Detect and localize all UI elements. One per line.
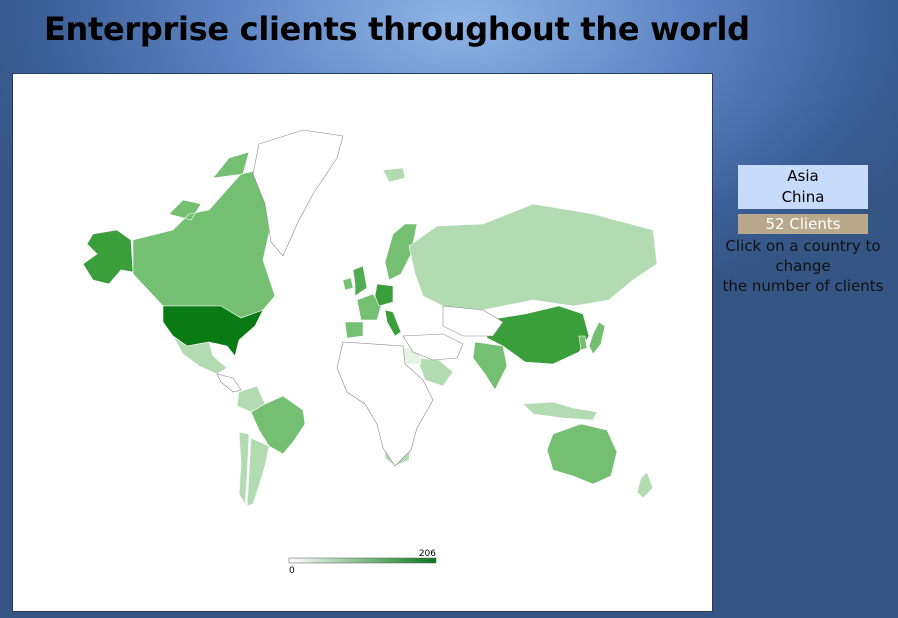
world-map-panel: 206 0 <box>12 73 713 612</box>
instruction-line-2: change <box>775 257 831 275</box>
selected-region-box: Asia China <box>738 165 868 209</box>
country-layer <box>82 129 658 507</box>
country-united-kingdom[interactable] <box>352 265 368 297</box>
legend-max-label: 206 <box>419 549 436 559</box>
client-count-badge: 52 Clients <box>738 214 868 234</box>
country-russia[interactable] <box>408 203 658 313</box>
country-central-america[interactable] <box>216 373 242 393</box>
country-australia[interactable] <box>546 423 618 485</box>
country-india[interactable] <box>472 341 508 391</box>
page-title: Enterprise clients throughout the world <box>44 10 750 48</box>
country-alaska-usa[interactable] <box>82 229 134 285</box>
country-germany[interactable] <box>374 283 394 307</box>
selected-country: China <box>781 188 825 206</box>
selection-panel: Asia China 52 Clients Click on a country… <box>718 165 888 296</box>
world-map[interactable]: 206 0 <box>13 74 712 611</box>
country-spain[interactable] <box>344 321 364 339</box>
legend-color-bar <box>288 557 437 564</box>
map-legend: 206 0 <box>288 549 437 576</box>
country-japan[interactable] <box>588 321 606 355</box>
instruction-text: Click on a country to change the number … <box>718 236 888 296</box>
country-argentina[interactable] <box>246 437 270 507</box>
selected-continent: Asia <box>787 167 819 185</box>
country-indonesia[interactable] <box>522 401 598 421</box>
legend-min-label: 0 <box>289 566 295 576</box>
country-canada[interactable] <box>132 151 276 319</box>
country-central-asia[interactable] <box>442 305 504 337</box>
instruction-line-3: the number of clients <box>722 277 884 295</box>
instruction-line-1: Click on a country to <box>725 237 881 255</box>
country-new-zealand[interactable] <box>636 471 654 499</box>
country-ireland[interactable] <box>342 277 354 291</box>
country-iceland[interactable] <box>382 167 406 183</box>
country-italy[interactable] <box>384 309 402 337</box>
